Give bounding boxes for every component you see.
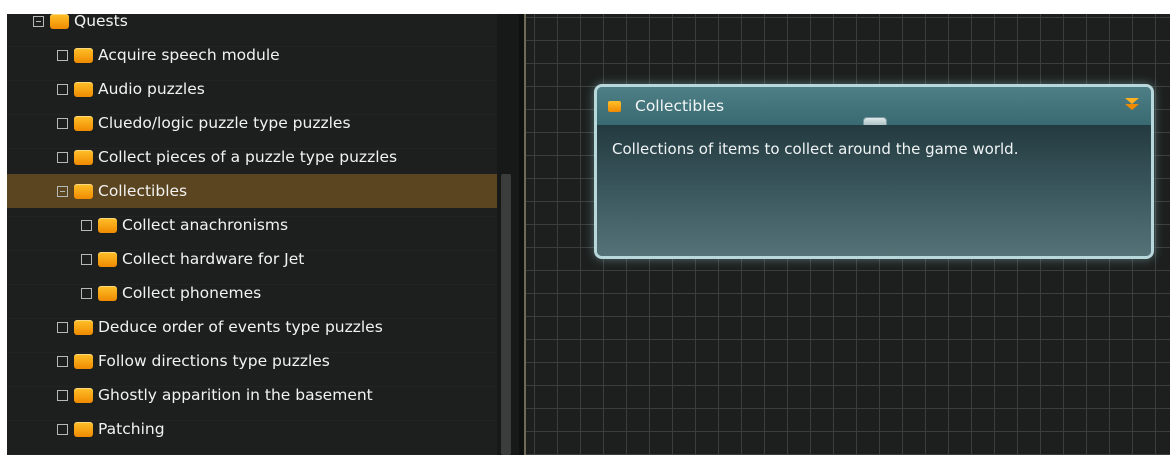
checkbox-icon[interactable] bbox=[81, 253, 92, 265]
tree-item-label: Deduce order of events type puzzles bbox=[98, 318, 383, 336]
app-window: Quests Acquire speech module Audio puzzles… bbox=[7, 14, 1170, 455]
tree-item[interactable]: Collect hardware for Jet bbox=[7, 242, 497, 276]
checkbox-icon[interactable] bbox=[57, 151, 68, 163]
folder-icon bbox=[98, 285, 117, 301]
tree-item[interactable]: Acquire speech module bbox=[7, 38, 497, 72]
tree-item[interactable]: Collectibles bbox=[7, 174, 497, 208]
folder-icon bbox=[74, 81, 93, 97]
folder-icon bbox=[98, 251, 117, 267]
collapse-toggle-icon[interactable] bbox=[33, 15, 44, 27]
tree-item[interactable]: Cluedo/logic puzzle type puzzles bbox=[7, 106, 497, 140]
checkbox-icon[interactable] bbox=[57, 423, 68, 435]
folder-icon bbox=[608, 100, 621, 112]
tree-item-label: Collect anachronisms bbox=[122, 216, 289, 234]
checkbox-icon[interactable] bbox=[57, 355, 68, 367]
checkbox-icon[interactable] bbox=[57, 117, 68, 129]
checkbox-icon[interactable] bbox=[81, 219, 92, 231]
folder-icon bbox=[74, 353, 93, 369]
quest-tree-panel: Quests Acquire speech module Audio puzzles… bbox=[7, 14, 497, 455]
folder-icon bbox=[50, 14, 69, 29]
checkbox-icon[interactable] bbox=[81, 287, 92, 299]
node-body: Collections of items to collect around t… bbox=[597, 125, 1151, 256]
folder-icon bbox=[74, 115, 93, 131]
tree-item-label: Patching bbox=[98, 420, 165, 438]
tree-item-label: Collect phonemes bbox=[122, 284, 262, 302]
checkbox-icon[interactable] bbox=[57, 49, 68, 61]
node-title: Collectibles bbox=[635, 97, 725, 115]
tree-item[interactable]: Deduce order of events type puzzles bbox=[7, 310, 497, 344]
tree-item-label: Follow directions type puzzles bbox=[98, 352, 330, 370]
folder-icon bbox=[98, 217, 117, 233]
tree-item-label: Collectibles bbox=[98, 182, 188, 200]
collectibles-node[interactable]: Collectibles Collections of items to col… bbox=[594, 84, 1154, 259]
tree-item-label: Quests bbox=[74, 14, 128, 30]
tree-item[interactable]: Collect phonemes bbox=[7, 276, 497, 310]
tree-item-label: Collect pieces of a puzzle type puzzles bbox=[98, 148, 398, 166]
folder-icon bbox=[74, 421, 93, 437]
tree-item[interactable]: Collect anachronisms bbox=[7, 208, 497, 242]
tree-item-label: Audio puzzles bbox=[98, 80, 205, 98]
tree-item[interactable]: Ghostly apparition in the basement bbox=[7, 378, 497, 412]
folder-icon bbox=[74, 387, 93, 403]
tree-item[interactable]: Patching bbox=[7, 412, 497, 446]
folder-icon bbox=[74, 183, 93, 199]
tree-item[interactable]: Audio puzzles bbox=[7, 72, 497, 106]
tree-item-label: Acquire speech module bbox=[98, 46, 280, 64]
tree-scrollbar-thumb[interactable] bbox=[501, 174, 511, 455]
tree-item[interactable]: Collect pieces of a puzzle type puzzles bbox=[7, 140, 497, 174]
tree-item[interactable]: Quests bbox=[7, 14, 497, 38]
checkbox-icon[interactable] bbox=[57, 83, 68, 95]
tree-item-label: Ghostly apparition in the basement bbox=[98, 386, 373, 404]
checkbox-icon[interactable] bbox=[57, 321, 68, 333]
tree-item[interactable]: Follow directions type puzzles bbox=[7, 344, 497, 378]
checkbox-icon[interactable] bbox=[57, 389, 68, 401]
tree-item-label: Collect hardware for Jet bbox=[122, 250, 305, 268]
chevron-down-icon[interactable] bbox=[1123, 95, 1141, 113]
tree-item-label: Cluedo/logic puzzle type puzzles bbox=[98, 114, 351, 132]
folder-icon bbox=[74, 47, 93, 63]
flow-canvas[interactable]: Collectibles Collections of items to col… bbox=[526, 14, 1170, 455]
node-description: Collections of items to collect around t… bbox=[612, 140, 1019, 158]
folder-icon bbox=[74, 319, 93, 335]
folder-icon bbox=[74, 149, 93, 165]
collapse-toggle-icon[interactable] bbox=[57, 185, 68, 197]
